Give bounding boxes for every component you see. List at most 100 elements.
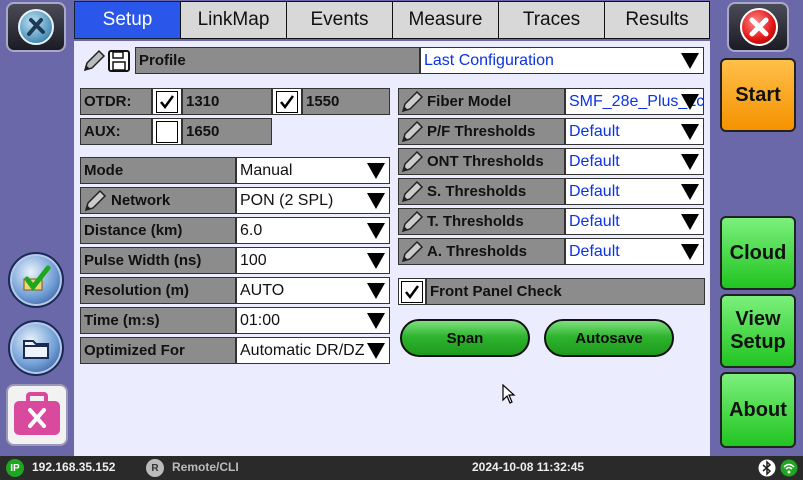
distance-select[interactable]: 6.0: [236, 217, 390, 244]
optimized-for-label: Optimized For: [80, 337, 236, 364]
close-button[interactable]: [727, 2, 789, 52]
time-label: Time (m:s): [80, 307, 236, 334]
resolution-label: Resolution (m): [80, 277, 236, 304]
t-thresholds-value: Default: [569, 212, 620, 230]
checkmark-icon: [160, 95, 175, 110]
start-button[interactable]: Start: [720, 58, 796, 132]
checkmark-icon: [23, 265, 51, 292]
wifi-icon: [780, 459, 798, 477]
a-thresholds-label-text: A. Thresholds: [427, 243, 528, 260]
time-select[interactable]: 01:00: [236, 307, 390, 334]
test-status-button[interactable]: [8, 252, 64, 308]
chevron-down-icon: [367, 163, 385, 179]
profile-label: Profile: [135, 47, 420, 74]
aux-1650-checkbox[interactable]: [156, 121, 178, 143]
t-thresholds-label-text: T. Thresholds: [427, 213, 524, 230]
front-panel-label: Front Panel Check: [426, 278, 705, 305]
network-value: PON (2 SPL): [240, 191, 334, 209]
network-select[interactable]: PON (2 SPL): [236, 187, 390, 214]
pf-thresholds-label-text: P/F Thresholds: [427, 123, 536, 140]
otdr-1550-label: 1550: [302, 88, 390, 115]
t-thresholds-select[interactable]: Default: [565, 208, 704, 235]
otdr-1550-checkbox-cell[interactable]: [272, 88, 302, 115]
tools-button[interactable]: [6, 384, 68, 446]
left-rail: [0, 0, 72, 456]
s-thresholds-label: S. Thresholds: [398, 178, 565, 205]
tab-measure[interactable]: Measure: [392, 1, 498, 39]
mode-select[interactable]: Manual: [236, 157, 390, 184]
pulse-width-value: 100: [240, 251, 267, 269]
chevron-down-icon: [367, 283, 385, 299]
tab-events[interactable]: Events: [286, 1, 392, 39]
pencil-icon[interactable]: [400, 120, 424, 144]
file-browser-button[interactable]: [8, 320, 64, 376]
aux-1650-checkbox-cell[interactable]: [152, 118, 182, 145]
ont-thresholds-select[interactable]: Default: [565, 148, 704, 175]
fiber-model-label-text: Fiber Model: [427, 93, 512, 110]
bluetooth-icon: [758, 459, 776, 477]
pencil-icon[interactable]: [400, 150, 424, 174]
pencil-icon[interactable]: [400, 210, 424, 234]
chevron-down-icon: [367, 343, 385, 359]
pencil-icon[interactable]: [82, 49, 106, 73]
tab-linkmap[interactable]: LinkMap: [180, 1, 286, 39]
setup-panel: Profile Last Configuration OTDR: 1310 15…: [74, 41, 710, 456]
cloud-button[interactable]: Cloud: [720, 216, 796, 290]
aux-label: AUX:: [80, 118, 152, 145]
main-tabs: Setup LinkMap Events Measure Traces Resu…: [74, 1, 710, 41]
distance-value: 6.0: [240, 221, 263, 239]
pencil-icon[interactable]: [400, 240, 424, 264]
tab-results[interactable]: Results: [604, 1, 710, 39]
distance-label: Distance (km): [80, 217, 236, 244]
save-icon[interactable]: [108, 50, 130, 72]
about-button[interactable]: About: [720, 372, 796, 448]
chevron-down-icon: [681, 214, 699, 230]
network-label: Network: [80, 187, 236, 214]
folder-icon: [23, 340, 49, 359]
optimized-for-value: Automatic DR/DZ: [240, 341, 365, 359]
otdr-1310-checkbox[interactable]: [156, 91, 178, 113]
otdr-1310-checkbox-cell[interactable]: [152, 88, 182, 115]
otdr-1550-checkbox[interactable]: [276, 91, 298, 113]
ont-thresholds-value: Default: [569, 152, 620, 170]
otdr-label: OTDR:: [80, 88, 152, 115]
autosave-button[interactable]: Autosave: [544, 319, 674, 357]
s-thresholds-value: Default: [569, 182, 620, 200]
mode-value: Manual: [240, 161, 293, 179]
otdr-1310-label: 1310: [182, 88, 272, 115]
chevron-down-icon: [681, 94, 699, 110]
mode-label: Mode: [80, 157, 236, 184]
resolution-value: AUTO: [240, 281, 285, 299]
status-bar: IP 192.168.35.152 R Remote/CLI 2024-10-0…: [0, 456, 803, 480]
pulse-width-select[interactable]: 100: [236, 247, 390, 274]
chevron-down-icon: [681, 124, 699, 140]
pf-thresholds-value: Default: [569, 122, 620, 140]
t-thresholds-label: T. Thresholds: [398, 208, 565, 235]
profile-select[interactable]: Last Configuration: [420, 47, 704, 74]
front-panel-checkbox-cell[interactable]: [398, 278, 426, 305]
chevron-down-icon: [681, 184, 699, 200]
right-rail: Start Cloud View Setup About: [710, 0, 803, 456]
front-panel-checkbox[interactable]: [401, 281, 423, 303]
chevron-down-icon: [681, 53, 699, 69]
chevron-down-icon: [367, 223, 385, 239]
close-icon: [740, 8, 778, 46]
a-thresholds-select[interactable]: Default: [565, 238, 704, 265]
resolution-select[interactable]: AUTO: [236, 277, 390, 304]
s-thresholds-label-text: S. Thresholds: [427, 183, 527, 200]
home-button[interactable]: [6, 2, 66, 52]
tab-traces[interactable]: Traces: [498, 1, 604, 39]
view-setup-button[interactable]: View Setup: [720, 294, 796, 368]
optimized-for-select[interactable]: Automatic DR/DZ: [236, 337, 390, 364]
pencil-icon[interactable]: [400, 180, 424, 204]
chevron-down-icon: [367, 253, 385, 269]
s-thresholds-select[interactable]: Default: [565, 178, 704, 205]
pencil-icon[interactable]: [83, 189, 107, 213]
pencil-icon[interactable]: [400, 90, 424, 114]
profile-value: Last Configuration: [424, 51, 554, 69]
pf-thresholds-select[interactable]: Default: [565, 118, 704, 145]
span-button[interactable]: Span: [400, 319, 530, 357]
tab-setup[interactable]: Setup: [74, 1, 180, 39]
chevron-down-icon: [681, 244, 699, 260]
fiber-model-select[interactable]: SMF_28e_Plus_Lc: [565, 88, 704, 115]
